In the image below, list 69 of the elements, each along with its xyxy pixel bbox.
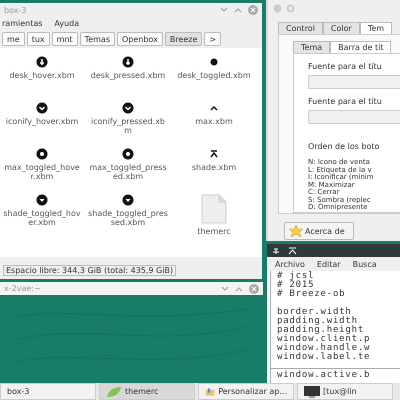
code-line: window.active.b (277, 371, 372, 380)
code-line: # 2015 (277, 281, 314, 290)
taskbar-button[interactable]: box-3 (0, 383, 96, 400)
code-line: padding.width (277, 317, 358, 326)
file-icon[interactable] (36, 56, 48, 68)
file-name[interactable]: shade_toggled_pressed.xbm (88, 209, 168, 227)
pin-icon[interactable] (272, 246, 280, 254)
taskbar-button[interactable]: Personalizar ap... (198, 383, 294, 400)
file-icon[interactable] (208, 56, 220, 68)
folder-icon (205, 386, 216, 398)
file-icon[interactable] (208, 148, 220, 160)
taskbar-button[interactable]: themerc (99, 383, 195, 400)
file-name[interactable]: iconify_pressed.xbm (88, 117, 168, 135)
file-name[interactable]: desk_toggled.xbm (174, 71, 254, 80)
maximize-icon[interactable] (235, 286, 243, 292)
code-line: # jcsl (277, 272, 316, 281)
window-title: x-2vae:~ (4, 284, 41, 293)
minimize-icon[interactable] (221, 286, 229, 292)
file-icon[interactable] (122, 56, 134, 68)
code-line: # Breeze-ob (277, 290, 346, 299)
menu-item[interactable]: Ayuda (54, 19, 80, 28)
code-line: border.width (277, 308, 352, 317)
code-line: window.label.te (277, 353, 372, 362)
tab[interactable]: Barra de tít (330, 41, 392, 53)
code-line: padding.height (277, 326, 364, 335)
font-label: Fuente para el títu (308, 97, 383, 106)
menu-item[interactable]: ramientas (2, 19, 42, 28)
file-name[interactable]: desk_pressed.xbm (88, 71, 168, 80)
code-line: window.client.p (277, 335, 372, 344)
tab[interactable]: Tem (360, 22, 392, 34)
status-text: Espacio libre: 344,3 GiB (total: 435,9 GiB) (3, 265, 176, 276)
file-name[interactable]: themerc (174, 227, 254, 236)
file-icon[interactable] (36, 148, 48, 160)
path-button[interactable]: > (204, 32, 222, 46)
file-name[interactable]: max_toggled_hover.xbm (2, 163, 82, 181)
about-button[interactable]: Acerca de (284, 222, 354, 240)
path-button[interactable]: Temas (80, 32, 115, 46)
file-name[interactable]: shade_toggled_hover.xbm (2, 209, 82, 227)
file-icon[interactable] (36, 102, 48, 114)
code-line: window.handle.w (277, 344, 372, 353)
menu-item[interactable]: Editar (316, 260, 341, 268)
file-icon[interactable] (36, 194, 48, 206)
tab[interactable]: Control (278, 22, 323, 34)
font-label: Fuente para el títu (308, 62, 383, 71)
dot-icon[interactable] (273, 4, 282, 13)
path-button[interactable]: tux (26, 32, 50, 46)
button-order-label: Orden de los boto (308, 142, 380, 151)
file-name[interactable]: max_toggled_pressed.xbm (88, 163, 168, 181)
file-name[interactable]: max.xbm (174, 117, 254, 126)
file-name[interactable]: iconify_hover.xbm (2, 117, 82, 126)
monitor-icon (304, 386, 320, 398)
file-name[interactable]: shade.xbm (174, 163, 254, 172)
taskbar-button[interactable]: [tux@lin (297, 383, 393, 400)
path-button[interactable]: mnt (52, 32, 78, 46)
menu-item[interactable]: Busca (352, 260, 377, 268)
file-icon[interactable] (122, 102, 134, 114)
star-icon (289, 225, 303, 237)
path-button[interactable]: me (2, 32, 25, 46)
tab[interactable]: Tema (293, 41, 330, 53)
file-name[interactable]: desk_hover.xbm (2, 71, 82, 80)
path-button[interactable]: Openbox (116, 32, 163, 46)
menu-item[interactable]: Archivo (275, 260, 305, 268)
leaf-icon (106, 386, 122, 398)
window-title: box-3 (4, 6, 26, 14)
file-icon[interactable] (122, 148, 134, 160)
tab[interactable]: Color (322, 22, 360, 34)
path-button[interactable]: Breeze (164, 32, 202, 46)
shade-icon[interactable] (288, 246, 297, 254)
file-icon[interactable] (122, 194, 134, 206)
